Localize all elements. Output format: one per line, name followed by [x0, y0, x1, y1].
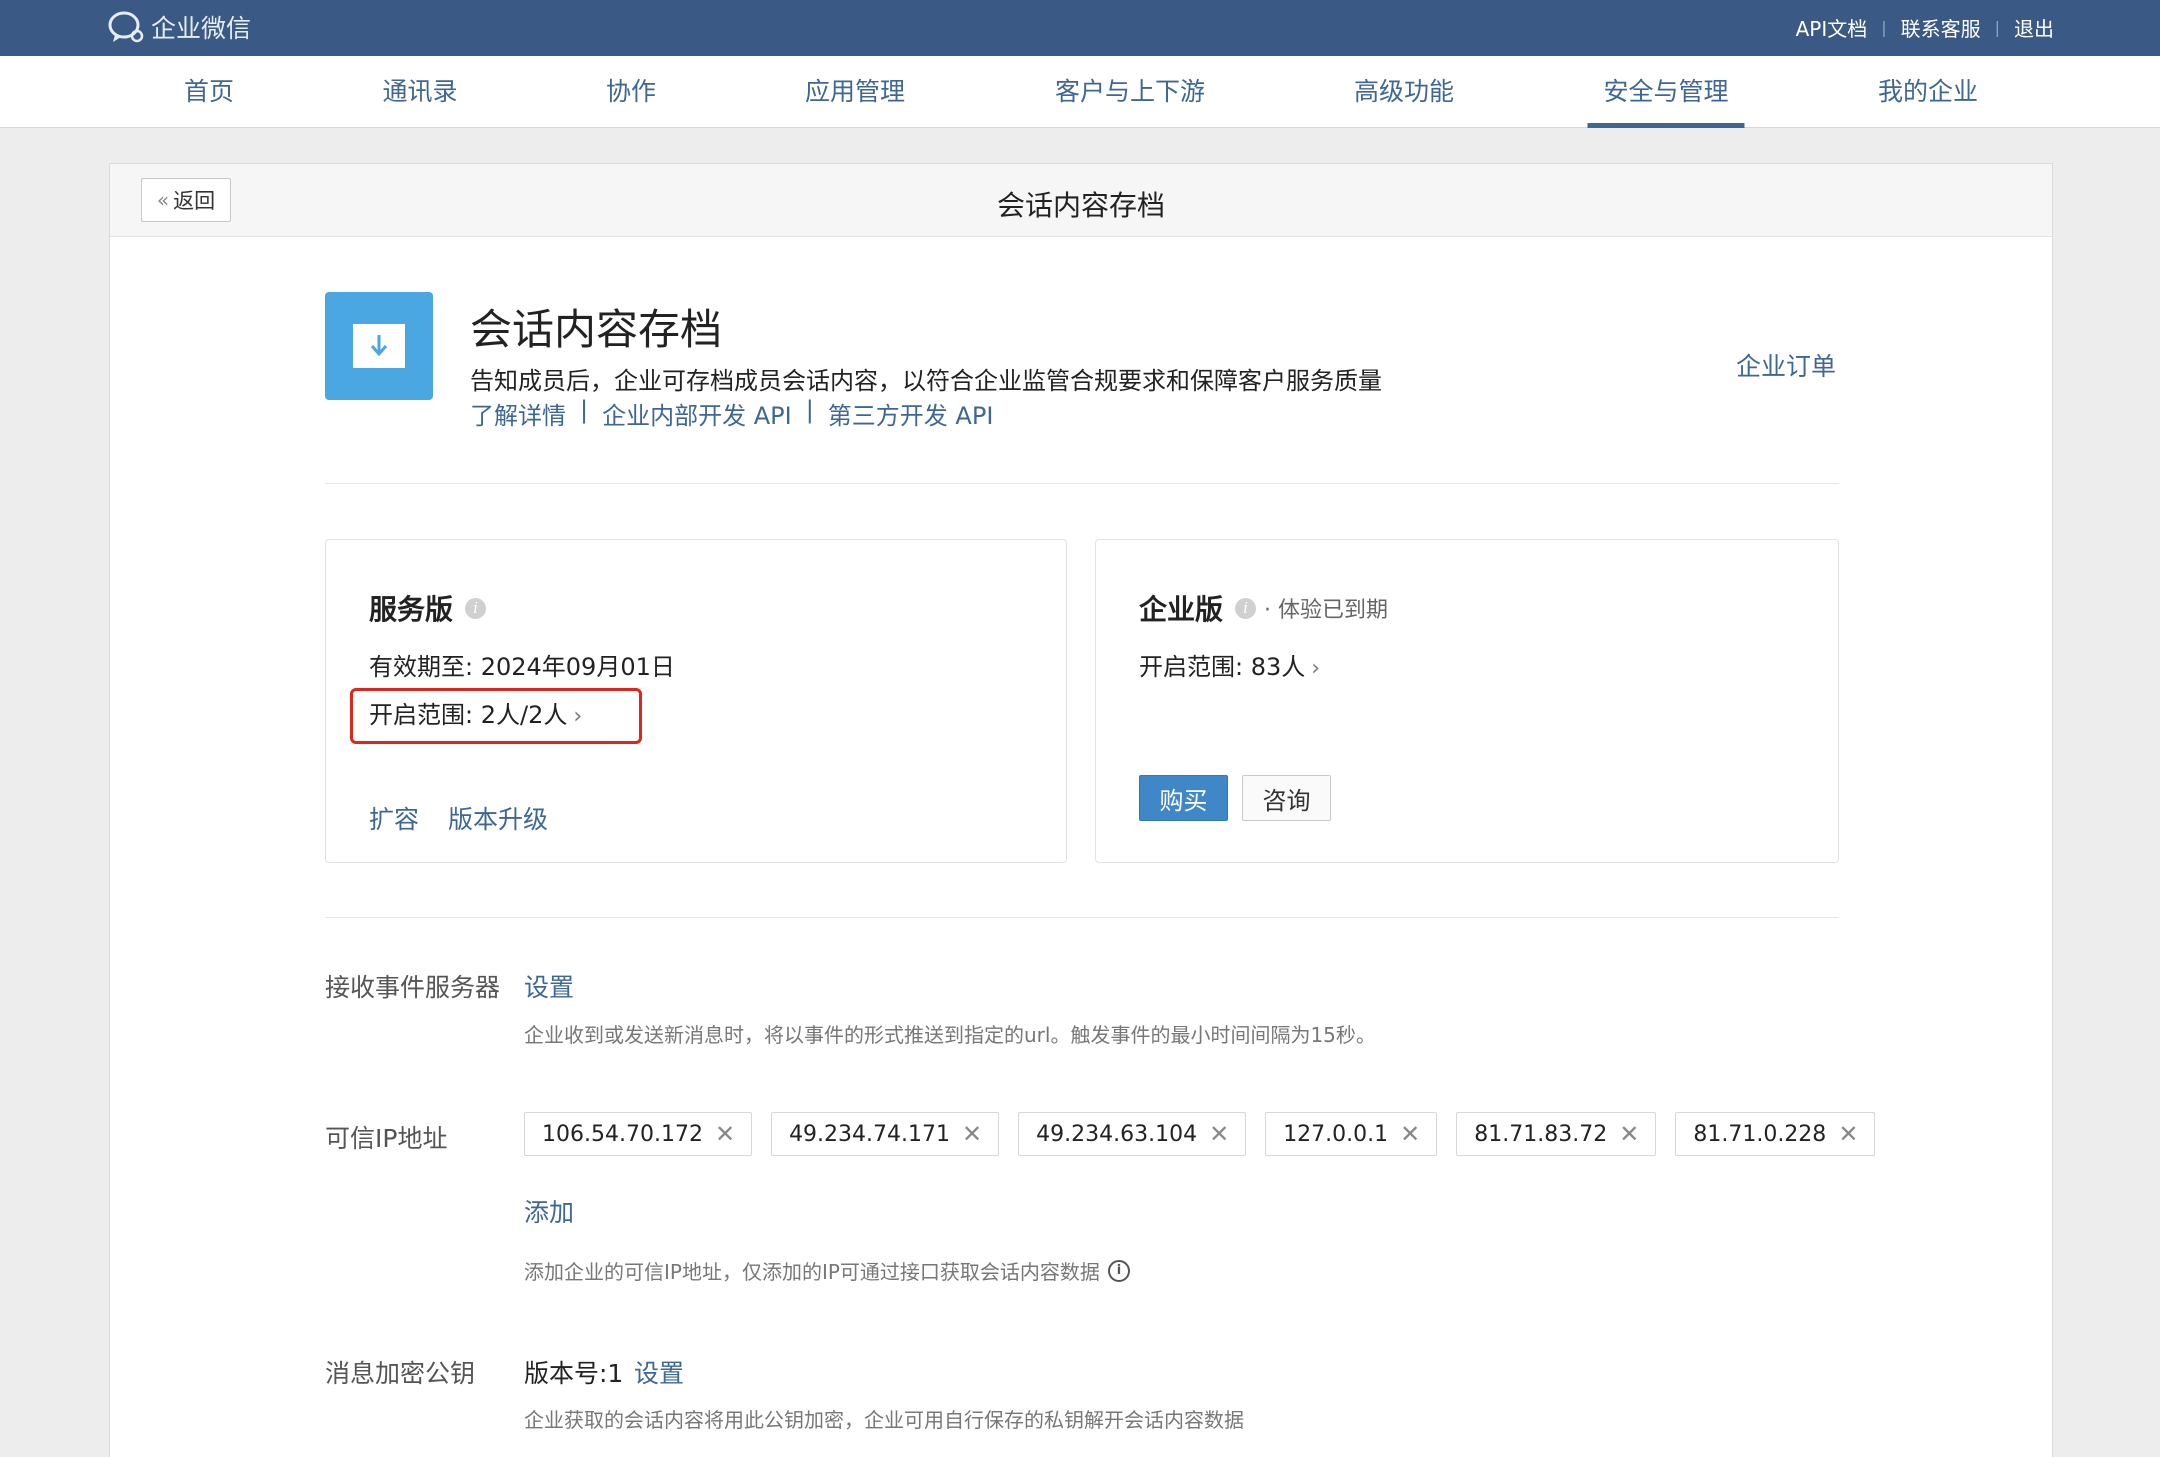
chevron-right-icon: › — [1311, 656, 1321, 681]
app-name: 会话内容存档 — [470, 305, 723, 354]
enterprise-scope-text: 开启范围: 83人 — [1139, 653, 1306, 681]
info-icon[interactable]: i — [1107, 1259, 1130, 1282]
ip-address: 49.234.63.104 — [1036, 1121, 1198, 1147]
top-bar: 企业微信 API文档 | 联系客服 | 退出 — [0, 0, 2160, 56]
nav-item-collaboration[interactable]: 协作 — [606, 56, 656, 128]
page-title: 会话内容存档 — [996, 189, 1165, 222]
service-edition-title: 服务版 i — [369, 588, 487, 628]
nav-item-home[interactable]: 首页 — [184, 56, 234, 128]
close-icon[interactable]: ✕ — [962, 1120, 982, 1148]
close-icon[interactable]: ✕ — [715, 1120, 735, 1148]
third-party-api-link[interactable]: 第三方开发 API — [828, 396, 994, 431]
expand-capacity-link[interactable]: 扩容 — [369, 800, 419, 836]
internal-api-link[interactable]: 企业内部开发 API — [602, 396, 792, 431]
app-description: 告知成员后，企业可存档成员会话内容，以符合企业监管合规要求和保障客户服务质量 — [470, 367, 1382, 395]
nav-item-security[interactable]: 安全与管理 — [1587, 56, 1745, 128]
ip-address: 127.0.0.1 — [1283, 1121, 1389, 1147]
content-panel: « 返回 会话内容存档 会话内容存档 告知成员后，企业可存档成员会话内容，以符合… — [109, 163, 2053, 1457]
close-icon[interactable]: ✕ — [1619, 1120, 1639, 1148]
panel-header: « 返回 会话内容存档 — [110, 164, 2052, 237]
consult-button[interactable]: 咨询 — [1242, 775, 1331, 821]
divider — [325, 483, 1839, 484]
ip-tag: 49.234.63.104 ✕ — [1018, 1112, 1247, 1156]
top-link-separator: | — [1994, 18, 2000, 37]
ip-address: 81.71.83.72 — [1474, 1121, 1608, 1147]
buy-button[interactable]: 购买 — [1139, 775, 1228, 821]
ip-address: 81.71.0.228 — [1693, 1121, 1827, 1147]
divider — [325, 917, 1839, 918]
nav-item-contacts[interactable]: 通讯录 — [382, 56, 457, 128]
event-server-hint: 企业收到或发送新消息时，将以事件的形式推送到指定的url。触发事件的最小时间间隔… — [524, 1023, 1376, 1047]
service-edition-card: 服务版 i 有效期至: 2024年09月01日 开启范围: 2人/2人 › 扩容 … — [325, 539, 1067, 863]
info-icon[interactable]: i — [1235, 597, 1257, 619]
encryption-hint: 企业获取的会话内容将用此公钥加密，企业可用自行保存的私钥解开会话内容数据 — [524, 1408, 1244, 1432]
service-scope-text: 开启范围: 2人/2人 — [369, 701, 568, 729]
event-server-label: 接收事件服务器 — [325, 973, 501, 1002]
enterprise-scope-link[interactable]: 开启范围: 83人 › — [1139, 647, 1320, 682]
upgrade-version-link[interactable]: 版本升级 — [448, 800, 548, 836]
trusted-ip-hint-text: 添加企业的可信IP地址，仅添加的IP可通过接口获取会话内容数据 — [524, 1260, 1100, 1284]
enterprise-order-link[interactable]: 企业订单 — [1736, 347, 1836, 383]
logout-link[interactable]: 退出 — [2014, 13, 2054, 42]
app-icon — [325, 292, 433, 400]
ip-tag: 81.71.83.72 ✕ — [1456, 1112, 1657, 1156]
link-separator: | — [805, 396, 814, 424]
trial-expired-status: · 体验已到期 — [1264, 598, 1389, 623]
encryption-key-label: 消息加密公钥 — [325, 1359, 476, 1388]
link-separator: | — [580, 396, 589, 424]
add-ip-link[interactable]: 添加 — [524, 1193, 574, 1229]
key-version: 版本号:1 — [524, 1359, 624, 1388]
ip-tag: 49.234.74.171 ✕ — [771, 1112, 1000, 1156]
close-icon[interactable]: ✕ — [1400, 1120, 1420, 1148]
wecom-logo-icon — [108, 11, 144, 43]
enterprise-edition-name: 企业版 — [1139, 593, 1224, 626]
close-icon[interactable]: ✕ — [1209, 1120, 1229, 1148]
nav-item-app-management[interactable]: 应用管理 — [805, 56, 905, 128]
nav-item-my-enterprise[interactable]: 我的企业 — [1878, 56, 1978, 128]
trusted-ip-label: 可信IP地址 — [325, 1124, 448, 1153]
service-scope-link[interactable]: 开启范围: 2人/2人 › — [369, 695, 582, 730]
trusted-ip-hint: 添加企业的可信IP地址，仅添加的IP可通过接口获取会话内容数据 i — [524, 1256, 1130, 1285]
ip-address: 106.54.70.172 — [542, 1121, 703, 1147]
ip-tag: 81.71.0.228 ✕ — [1675, 1112, 1876, 1156]
main-nav: 首页 通讯录 协作 应用管理 客户与上下游 高级功能 安全与管理 我的企业 — [0, 56, 2160, 128]
service-expiry: 有效期至: 2024年09月01日 — [369, 653, 675, 681]
ip-tag: 127.0.0.1 ✕ — [1265, 1112, 1438, 1156]
trusted-ip-list: 106.54.70.172 ✕ 49.234.74.171 ✕ 49.234.63.… — [524, 1112, 1894, 1156]
service-edition-name: 服务版 — [369, 593, 454, 626]
enterprise-edition-card: 企业版 i · 体验已到期 开启范围: 83人 › 购买 咨询 — [1095, 539, 1839, 863]
info-icon[interactable]: i — [465, 597, 487, 619]
top-link-separator: | — [1881, 18, 1887, 37]
brand-logo[interactable]: 企业微信 — [107, 9, 251, 45]
ip-address: 49.234.74.171 — [789, 1121, 951, 1147]
encryption-settings-link[interactable]: 设置 — [634, 1354, 684, 1390]
download-box-icon — [353, 324, 405, 368]
enterprise-edition-title: 企业版 i · 体验已到期 — [1139, 588, 1388, 628]
brand-name: 企业微信 — [151, 14, 252, 43]
event-server-settings-link[interactable]: 设置 — [524, 968, 574, 1004]
close-icon[interactable]: ✕ — [1838, 1120, 1858, 1148]
ip-tag: 106.54.70.172 ✕ — [524, 1112, 753, 1156]
app-links: 了解详情 | 企业内部开发 API | 第三方开发 API — [470, 396, 993, 431]
nav-item-advanced[interactable]: 高级功能 — [1354, 56, 1454, 128]
api-docs-link[interactable]: API文档 — [1796, 13, 1868, 42]
top-links: API文档 | 联系客服 | 退出 — [1796, 13, 2054, 42]
customer-service-link[interactable]: 联系客服 — [1901, 13, 1981, 42]
chevron-right-icon: › — [573, 704, 583, 729]
nav-item-customers[interactable]: 客户与上下游 — [1055, 56, 1205, 128]
learn-more-link[interactable]: 了解详情 — [470, 396, 566, 431]
